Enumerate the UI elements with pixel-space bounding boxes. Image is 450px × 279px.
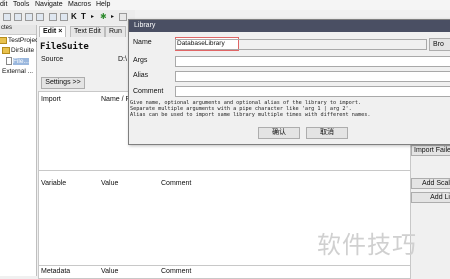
- add-scalar-button[interactable]: Add Scal: [411, 178, 450, 189]
- save-all-icon[interactable]: [49, 13, 57, 21]
- value-header: Value: [101, 180, 119, 187]
- import-failed-button[interactable]: Import Faile: [411, 145, 450, 156]
- suite-title: FileSuite: [40, 42, 89, 52]
- name-label: Name: [133, 39, 152, 46]
- add-list-button[interactable]: Add Li: [411, 192, 450, 203]
- open-directory-icon[interactable]: [25, 13, 33, 21]
- help-text: Give name, optional arguments and option…: [130, 100, 371, 118]
- comment-label: Comment: [133, 88, 164, 95]
- metadata-value-header: Value: [101, 268, 119, 275]
- file-icon: [6, 57, 12, 65]
- settings-gear-icon[interactable]: ✱: [100, 12, 107, 21]
- variable-header: Variable: [41, 180, 67, 187]
- tree-node-dirsuite[interactable]: DirSuite: [2, 47, 34, 54]
- menu-edit[interactable]: dit: [0, 1, 7, 8]
- tree-node-testproject[interactable]: TestProject: [0, 37, 40, 44]
- tab-text-edit[interactable]: Text Edit: [70, 26, 105, 37]
- folder-icon: [0, 37, 7, 44]
- menu-tools[interactable]: Tools: [13, 1, 29, 8]
- dropdown-arrow-icon[interactable]: ▸: [111, 13, 114, 20]
- folder-icon: [2, 47, 10, 54]
- project-tree: ctes TestProject DirSuite File... Extern…: [0, 25, 40, 276]
- menu-navigate[interactable]: Navigate: [35, 1, 63, 8]
- library-dialog: Library Name DatabaseLibrary Bro Args Al…: [128, 19, 450, 145]
- dialog-title-bar[interactable]: Library: [129, 20, 450, 32]
- browse-button[interactable]: Bro: [429, 38, 450, 51]
- args-input[interactable]: [175, 56, 450, 67]
- keyword-icon[interactable]: K: [71, 12, 77, 21]
- tab-run[interactable]: Run: [105, 26, 126, 37]
- name-input-frame[interactable]: [175, 39, 427, 50]
- source-label: Source: [41, 56, 64, 63]
- watermark: 软件技巧: [317, 231, 417, 259]
- test-icon[interactable]: T: [81, 12, 86, 21]
- tree-node-external[interactable]: External ...: [2, 68, 33, 75]
- ok-button[interactable]: 确认: [258, 127, 300, 139]
- settings-button[interactable]: Settings >>: [41, 77, 85, 89]
- cancel-button[interactable]: 取消: [306, 127, 348, 139]
- args-label: Args: [133, 57, 148, 64]
- alias-label: Alias: [133, 72, 149, 79]
- metadata-comment-header: Comment: [161, 268, 192, 275]
- alias-input[interactable]: [175, 71, 450, 82]
- comment-input[interactable]: [175, 86, 450, 97]
- menu-macros[interactable]: Macros: [68, 1, 91, 8]
- comment-header: Comment: [161, 180, 192, 187]
- dialog-title: Library: [134, 22, 156, 29]
- source-value: D:\: [118, 56, 127, 63]
- import-header: Import: [41, 96, 61, 103]
- tab-edit[interactable]: Edit ×: [39, 26, 67, 37]
- run-arrow-icon[interactable]: ▸: [91, 13, 94, 20]
- open-icon[interactable]: [14, 13, 22, 21]
- metadata-header: Metadata: [41, 268, 71, 275]
- menu-bar: dit Tools Navigate Macros Help: [0, 0, 450, 10]
- menu-help[interactable]: Help: [96, 1, 110, 8]
- name-header: Name / P: [101, 96, 131, 103]
- close-icon[interactable]: [119, 13, 127, 21]
- search-keywords-icon[interactable]: [60, 13, 68, 21]
- tab-close-icon[interactable]: ×: [58, 28, 62, 35]
- tree-node-file[interactable]: File...: [6, 57, 29, 65]
- save-icon[interactable]: [36, 13, 44, 21]
- tree-header: ctes: [0, 25, 36, 35]
- metadata-table: [38, 265, 411, 279]
- new-project-icon[interactable]: [3, 13, 11, 21]
- toolbar: K T ▸ ✱ ▸: [0, 10, 135, 26]
